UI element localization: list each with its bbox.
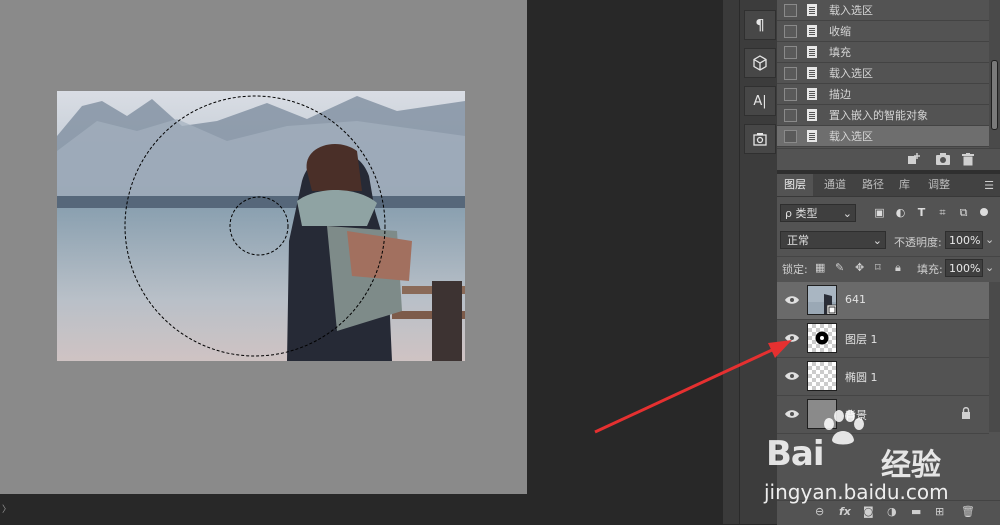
history-doc-icon xyxy=(807,46,817,58)
chevron-down-icon: ⌄ xyxy=(872,234,882,247)
filter-toggle-icon[interactable] xyxy=(980,208,988,216)
layer-thumbnail xyxy=(807,323,837,353)
opacity-input[interactable]: 100% xyxy=(945,231,983,249)
tab-layers[interactable]: 图层 xyxy=(777,174,813,196)
watermark-url: jingyan.baidu.com xyxy=(764,480,949,504)
character-icon[interactable]: A| xyxy=(744,86,776,116)
filter-type-icon[interactable]: T xyxy=(915,206,928,219)
document-canvas[interactable] xyxy=(0,0,527,494)
layers-tabs: 图层 通道 路径 库 调整 ☰ xyxy=(777,174,1000,197)
history-doc-icon xyxy=(807,88,817,100)
blend-mode-select[interactable]: 正常 ⌄ xyxy=(780,231,886,249)
history-item[interactable]: 填充 xyxy=(777,42,989,63)
history-scroll-thumb[interactable] xyxy=(991,60,998,130)
chevron-down-icon[interactable]: ⌄ xyxy=(985,233,994,246)
watermark-logo: Bai xyxy=(766,434,825,474)
chevron-down-icon: ⌄ xyxy=(842,207,852,220)
history-scrollbar[interactable] xyxy=(989,0,1000,148)
history-item[interactable]: 载入选区 xyxy=(777,0,989,21)
layer-thumbnail xyxy=(807,361,837,391)
baidu-watermark: Bai 经验 jingyan.baidu.com xyxy=(758,410,978,520)
3d-cube-icon[interactable] xyxy=(744,48,776,78)
history-item-active[interactable]: 载入选区 xyxy=(777,126,989,147)
layer-name[interactable]: 641 xyxy=(845,293,866,306)
opacity-label: 不透明度: xyxy=(894,236,942,249)
layer-name[interactable]: 图层 1 xyxy=(845,331,878,347)
fill-label: 填充: xyxy=(917,263,943,276)
tab-paths[interactable]: 路径 xyxy=(855,174,891,196)
paw-logo-icon xyxy=(824,410,864,445)
camera-icon[interactable] xyxy=(936,153,950,168)
eye-icon[interactable] xyxy=(785,371,799,381)
lock-label: 锁定: xyxy=(782,263,808,276)
filter-adjustment-icon[interactable]: ◐ xyxy=(894,206,907,219)
panel-menu-icon[interactable]: ☰ xyxy=(984,179,994,192)
eye-icon[interactable] xyxy=(785,295,799,305)
snapshot-checkbox[interactable] xyxy=(784,108,797,122)
snapshot-checkbox[interactable] xyxy=(784,87,797,101)
snapshot-checkbox[interactable] xyxy=(784,24,797,38)
filter-shape-icon[interactable]: ⌗ xyxy=(936,206,949,219)
status-bar: 〉 xyxy=(0,494,527,524)
filter-smart-object-icon[interactable]: ⧉ xyxy=(957,206,970,219)
blend-row: 正常 ⌄ 不透明度: 100% ⌄ xyxy=(777,231,1000,253)
workspace-background xyxy=(527,0,723,524)
eye-icon[interactable] xyxy=(785,333,799,343)
layers-scrollbar[interactable] xyxy=(989,282,1000,432)
history-doc-icon xyxy=(807,130,817,142)
history-item[interactable]: 载入选区 xyxy=(777,63,989,84)
fill-input[interactable]: 100% xyxy=(945,259,983,277)
filter-pixel-icon[interactable]: ▣ xyxy=(873,206,886,219)
layer-thumbnail xyxy=(807,285,837,315)
lock-transparent-icon[interactable]: ▦ xyxy=(815,261,825,274)
lock-row: 锁定: ▦ ✎ ✥ ⌑ 🔒︎ 填充: 100% ⌄ xyxy=(777,256,1000,279)
panel-divider[interactable] xyxy=(723,0,739,524)
lock-paint-icon[interactable]: ✎ xyxy=(835,261,844,274)
layer-row-ellipse1[interactable]: 椭圆 1 xyxy=(777,358,989,396)
history-panel: 载入选区 收缩 填充 载入选区 描边 置入嵌入的智能对象 载入选区 xyxy=(777,0,1000,171)
snapshot-checkbox[interactable] xyxy=(784,45,797,59)
tab-adjustments[interactable]: 调整 xyxy=(921,174,957,196)
snapshot-checkbox[interactable] xyxy=(784,129,797,143)
history-item[interactable]: 收缩 xyxy=(777,21,989,42)
watermark-logo-cn: 经验 xyxy=(881,448,941,483)
history-doc-icon xyxy=(807,67,817,79)
layer-name[interactable]: 椭圆 1 xyxy=(845,369,878,385)
trash-icon[interactable] xyxy=(962,153,974,169)
lock-position-icon[interactable]: ✥ xyxy=(855,261,864,274)
lock-artboard-icon[interactable]: ⌑ xyxy=(875,261,881,274)
layer-row-641[interactable]: 641 xyxy=(777,282,989,320)
layer-row-layer1[interactable]: 图层 1 xyxy=(777,320,989,358)
new-document-icon[interactable] xyxy=(907,153,920,168)
snapshot-checkbox[interactable] xyxy=(784,66,797,80)
layer-filter-row: ρ 类型 ⌄ ▣ ◐ T ⌗ ⧉ xyxy=(777,204,1000,226)
tab-libraries[interactable]: 库 xyxy=(892,174,917,196)
status-arrow-icon[interactable]: 〉 xyxy=(2,502,11,515)
history-doc-icon xyxy=(807,109,817,121)
history-item[interactable]: 描边 xyxy=(777,84,989,105)
tab-channels[interactable]: 通道 xyxy=(817,174,853,196)
photo-image xyxy=(57,91,465,361)
history-footer xyxy=(777,148,1000,171)
layer-filter-select[interactable]: ρ 类型 ⌄ xyxy=(780,204,856,222)
snapshot-checkbox[interactable] xyxy=(784,3,797,17)
history-item[interactable]: 置入嵌入的智能对象 xyxy=(777,105,989,126)
chevron-down-icon[interactable]: ⌄ xyxy=(985,261,994,274)
paragraph-icon[interactable]: ¶ xyxy=(744,10,776,40)
clone-source-icon[interactable] xyxy=(744,124,776,154)
lock-all-icon[interactable]: 🔒︎ xyxy=(895,261,901,275)
history-doc-icon xyxy=(807,25,817,37)
history-doc-icon xyxy=(807,4,817,16)
